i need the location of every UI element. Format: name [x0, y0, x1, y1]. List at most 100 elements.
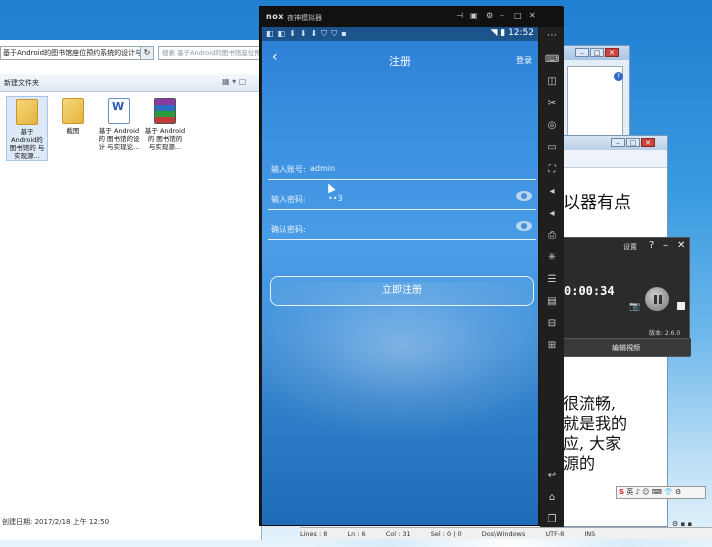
status-encoding: UTF-8	[545, 530, 565, 538]
volume-up-icon[interactable]: ◂	[545, 185, 559, 199]
account-label: 输入账号:	[271, 165, 306, 174]
view-options-icon[interactable]: ▦ ▾ ▢	[222, 77, 246, 86]
close-button[interactable]: ✕	[641, 138, 655, 147]
close-icon[interactable]: ✕	[529, 11, 536, 20]
camera-icon[interactable]: 📷	[629, 302, 640, 312]
android-screen: ◧◧⬇⬇⬇⛉⛉▪ ◥ ▮ 12:52 ‹ 注册 登录 输入账号: admin 输…	[262, 27, 538, 525]
status-col: Col : 31	[385, 530, 411, 538]
ime-toolbar[interactable]: S 英 ♪ ☺ ⌨ 👕 ⚙	[616, 486, 706, 499]
status-eol: Dos\Windows	[481, 530, 526, 538]
minimize-button[interactable]: –	[611, 138, 625, 147]
wifi-icon: ◥	[490, 28, 498, 38]
file-label: 基于 Android的 图书馆的 与实现源...	[9, 128, 45, 160]
location-icon[interactable]: ◎	[545, 119, 559, 133]
word-document-icon	[108, 98, 130, 124]
recorder-settings-link[interactable]: 设置	[623, 242, 637, 252]
window-titlebar: – □ ✕	[561, 46, 629, 60]
emulator-title: 夜神模拟器	[287, 14, 322, 22]
editor-text-line[interactable]: 以器有点	[563, 188, 631, 213]
apk-install-icon[interactable]: ⎙	[545, 229, 559, 243]
stop-button[interactable]	[677, 302, 685, 310]
maximize-icon[interactable]: □	[514, 11, 522, 20]
home-icon[interactable]: ⌂	[545, 491, 559, 505]
android-status-bar: ◧◧⬇⬇⬇⛉⛉▪ ◥ ▮ 12:52	[262, 27, 538, 41]
register-button[interactable]: 立即注册	[270, 276, 534, 306]
ime-status: 英 ♪ ☺ ⌨ 👕 ⚙	[626, 488, 682, 496]
explorer-toolbar: 新建文件夹 ▦ ▾ ▢	[0, 74, 262, 92]
pause-button[interactable]	[645, 287, 669, 311]
screen-icon[interactable]: ▭	[545, 141, 559, 155]
shake-icon[interactable]: ✳	[545, 251, 559, 265]
editor-status-bar: Lines : 8 Ln : 6 Col : 31 Sel : 0 | 0 Do…	[300, 527, 712, 539]
folder-icon	[62, 98, 84, 124]
recording-timer: 0:00:34	[564, 284, 615, 298]
settings-icon[interactable]: ⚙	[486, 11, 493, 20]
edit-video-button[interactable]: 编辑視频	[561, 338, 691, 356]
sogou-icon[interactable]: S	[619, 488, 624, 496]
explorer-window: 基于Android的图书馆座位预约系统的设计与实现 ↻ 搜索 基于Android…	[0, 40, 262, 540]
editor-text-line: 应, 大家	[563, 434, 622, 453]
macro-icon[interactable]: ☰	[545, 273, 559, 287]
record-icon[interactable]: ◫	[545, 75, 559, 89]
address-bar[interactable]: 基于Android的图书馆座位预约系统的设计与实现	[0, 46, 152, 60]
minimize-button[interactable]: –	[575, 48, 589, 57]
confirm-password-label: 确认密码:	[271, 225, 306, 234]
help-icon[interactable]: ?	[614, 72, 623, 81]
password-input[interactable]: ••3	[328, 194, 343, 203]
close-icon[interactable]: ✕	[677, 240, 685, 251]
minimize-icon[interactable]: –	[500, 11, 504, 20]
account-field[interactable]: 输入账号: admin	[268, 158, 536, 180]
file-item[interactable]: 基于 Android的 图书馆的 与实现源...	[144, 96, 186, 151]
minimize-icon[interactable]: –	[663, 240, 668, 251]
account-input[interactable]: admin	[310, 164, 335, 173]
recorder-version: 版本: 2.6.0	[649, 330, 681, 337]
nox-logo: nox	[266, 12, 284, 21]
keyboard-icon[interactable]: ⌨	[545, 53, 559, 67]
eye-icon[interactable]	[516, 191, 532, 201]
file-list: 基于 Android的 图书馆的 与实现源... 截图 基于 Android的 …	[4, 96, 204, 176]
tray-icon[interactable]: ⚙ ▪ ▪	[672, 520, 692, 528]
nox-emulator-window: nox 夜神模拟器 ⊣ ▣ ⚙ – □ ✕ ◧◧⬇⬇⬇⛉⛉▪ ◥ ▮ 12:52…	[259, 6, 564, 527]
signal-icon: ▮	[500, 28, 506, 38]
plugin-icon[interactable]: ⊞	[545, 339, 559, 353]
explorer-status: 创建日期: 2017/2/18 上午 12:50	[2, 518, 110, 526]
multi-instance-icon[interactable]: ▤	[545, 295, 559, 309]
editor-text-line: 很流畅,	[563, 394, 617, 413]
login-link[interactable]: 登录	[516, 55, 532, 66]
password-field[interactable]: 输入密码: ••3	[268, 188, 536, 210]
volume-down-icon[interactable]: ◂	[545, 207, 559, 221]
confirm-password-field[interactable]: 确认密码:	[268, 218, 536, 240]
file-label: 基于 Android的 图书馆的 与实现源...	[144, 127, 186, 151]
new-folder-button[interactable]: 新建文件夹	[4, 78, 39, 88]
close-button[interactable]: ✕	[605, 48, 619, 57]
page-title: 注册	[389, 55, 411, 68]
eye-icon[interactable]	[516, 221, 532, 231]
notification-icons: ◧◧⬇⬇⬇⛉⛉▪	[266, 29, 351, 38]
editor-text-block[interactable]: 很流畅, 就是我的 应, 大家 源的	[563, 394, 627, 474]
rar-archive-icon	[154, 98, 176, 124]
screenshot-icon[interactable]: ▣	[470, 11, 478, 20]
recorder-header: 设置 ? – ✕	[561, 238, 691, 256]
maximize-button[interactable]: □	[590, 48, 604, 57]
fullscreen-icon[interactable]: ⛶	[545, 163, 559, 177]
help-icon[interactable]: ?	[649, 240, 654, 251]
clock: 12:52	[508, 28, 534, 38]
file-item[interactable]: 截图	[52, 96, 94, 135]
file-item[interactable]: 基于 Android的 图书馆的设计 与实现论...	[98, 96, 140, 151]
pin-icon[interactable]: ⊣	[456, 11, 463, 20]
file-label: 基于 Android的 图书馆的设计 与实现论...	[98, 127, 140, 151]
status-ln: Ln : 6	[347, 530, 366, 538]
refresh-button[interactable]: ↻	[140, 46, 154, 60]
maximize-button[interactable]: □	[626, 138, 640, 147]
editor-toolbar	[561, 150, 667, 168]
file-item[interactable]: 基于 Android的 图书馆的 与实现源...	[6, 96, 48, 161]
scissors-icon[interactable]: ✂	[545, 97, 559, 111]
recent-apps-icon[interactable]: ❐	[545, 513, 559, 527]
back-icon[interactable]: ↩	[545, 469, 559, 483]
screen-recorder-panel: 设置 ? – ✕ 0:00:34 📷 版本: 2.6.0 编辑視频	[560, 237, 691, 357]
more-icon[interactable]: ⋯	[545, 29, 559, 43]
status-lines: Lines : 8	[300, 530, 328, 538]
emulator-titlebar: nox 夜神模拟器 ⊣ ▣ ⚙ – □ ✕	[260, 7, 564, 27]
search-input[interactable]: 搜索 基于Android的图书馆座位预约系统的设计与实现	[158, 46, 262, 60]
file-share-icon[interactable]: ⊟	[545, 317, 559, 331]
